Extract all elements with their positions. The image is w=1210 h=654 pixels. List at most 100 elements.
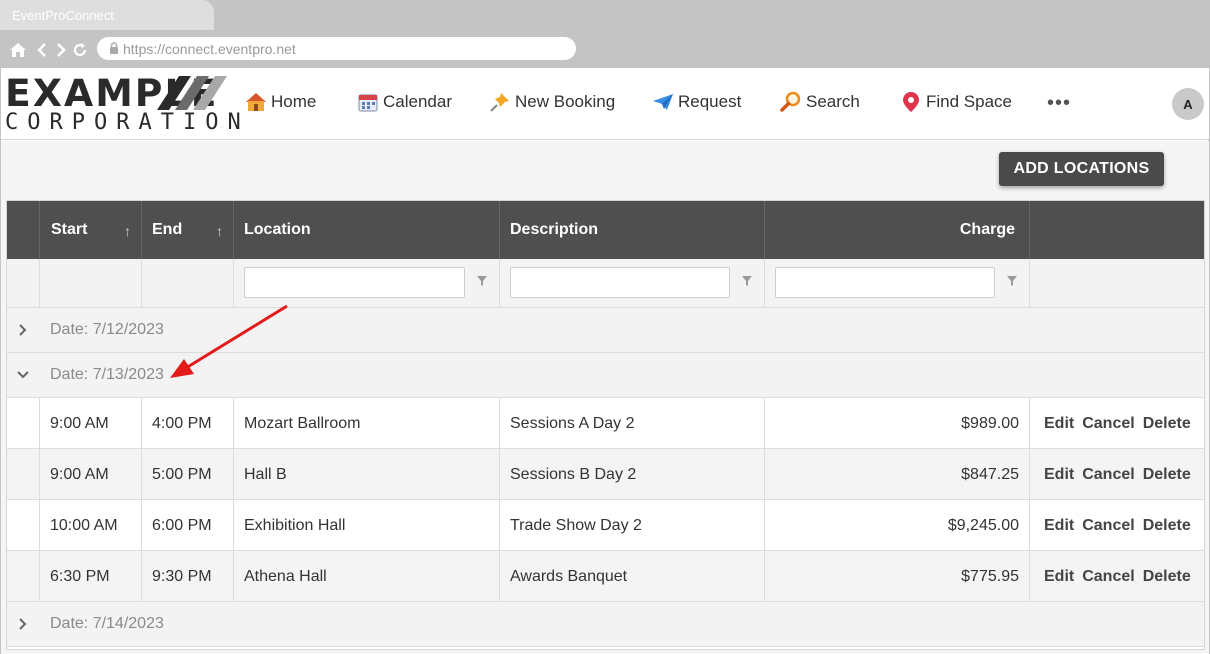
group-label: Date: 7/13/2023 bbox=[50, 366, 164, 383]
cancel-link[interactable]: Cancel bbox=[1082, 517, 1134, 535]
cancel-link[interactable]: Cancel bbox=[1082, 466, 1134, 484]
row-indent-cell bbox=[7, 500, 40, 551]
filter-cell-charge bbox=[765, 259, 1030, 308]
end-cell: 5:00 PM bbox=[142, 449, 234, 500]
house-icon bbox=[246, 93, 266, 111]
nav-new-booking[interactable]: New Booking bbox=[489, 90, 615, 114]
filter-icon[interactable] bbox=[741, 275, 753, 287]
calendar-icon bbox=[358, 94, 378, 112]
filter-cell-location bbox=[234, 259, 500, 308]
grid-header: Start ↑ End ↑ Location Description Charg… bbox=[7, 201, 1204, 259]
row-indent-cell bbox=[7, 551, 40, 602]
url-text: https://connect.eventpro.net bbox=[123, 41, 296, 57]
nav-search[interactable]: Search bbox=[780, 90, 860, 114]
back-icon[interactable] bbox=[33, 41, 51, 59]
charge-cell: $847.25 bbox=[765, 449, 1030, 500]
cancel-link[interactable]: Cancel bbox=[1082, 568, 1134, 586]
filter-cell-expand bbox=[7, 259, 40, 308]
edit-link[interactable]: Edit bbox=[1044, 517, 1074, 535]
table-row[interactable]: 9:00 AM 4:00 PM Mozart Ballroom Sessions… bbox=[7, 398, 1204, 449]
row-indent-cell bbox=[7, 398, 40, 449]
group-row[interactable]: Date: 7/12/2023 bbox=[7, 308, 1204, 353]
filter-icon[interactable] bbox=[1006, 275, 1018, 287]
header-expand-column bbox=[7, 201, 40, 259]
end-cell: 6:00 PM bbox=[142, 500, 234, 551]
table-row[interactable]: 6:30 PM 9:30 PM Athena Hall Awards Banqu… bbox=[7, 551, 1204, 602]
row-indent-cell bbox=[7, 449, 40, 500]
pushpin-icon bbox=[490, 93, 509, 112]
chevron-down-icon[interactable] bbox=[15, 367, 31, 383]
company-logo[interactable]: EXAMPLE CORPORATION bbox=[5, 74, 241, 136]
charge-filter-input[interactable] bbox=[775, 267, 995, 298]
sort-ascending-icon[interactable]: ↑ bbox=[124, 223, 131, 239]
home-icon[interactable] bbox=[9, 41, 27, 59]
location-cell: Athena Hall bbox=[234, 551, 500, 602]
browser-tab[interactable]: EventProConnect bbox=[0, 0, 214, 30]
column-header-charge-label: Charge bbox=[959, 221, 1015, 238]
delete-link[interactable]: Delete bbox=[1143, 568, 1191, 586]
delete-link[interactable]: Delete bbox=[1143, 517, 1191, 535]
group-label: Date: 7/12/2023 bbox=[50, 321, 164, 338]
description-cell: Trade Show Day 2 bbox=[500, 500, 765, 551]
magnifier-icon bbox=[780, 91, 801, 112]
delete-link[interactable]: Delete bbox=[1143, 466, 1191, 484]
nav-home[interactable]: Home bbox=[245, 90, 316, 114]
chevron-right-icon[interactable] bbox=[15, 322, 31, 338]
location-cell: Hall B bbox=[234, 449, 500, 500]
forward-icon[interactable] bbox=[52, 41, 70, 59]
start-cell: 9:00 AM bbox=[40, 398, 142, 449]
chevron-right-icon[interactable] bbox=[15, 616, 31, 632]
group-label: Date: 7/14/2023 bbox=[50, 615, 164, 632]
more-menu-icon[interactable]: ••• bbox=[1047, 92, 1071, 115]
actions-cell: Edit Cancel Delete bbox=[1030, 398, 1204, 449]
column-header-description-label: Description bbox=[510, 221, 599, 238]
filter-cell-actions bbox=[1030, 259, 1204, 308]
charge-cell: $775.95 bbox=[765, 551, 1030, 602]
table-row[interactable]: 10:00 AM 6:00 PM Exhibition Hall Trade S… bbox=[7, 500, 1204, 551]
description-filter-input[interactable] bbox=[510, 267, 730, 298]
column-header-description[interactable]: Description bbox=[500, 201, 765, 259]
column-header-location[interactable]: Location bbox=[234, 201, 500, 259]
user-avatar[interactable]: A bbox=[1172, 88, 1204, 120]
lock-icon bbox=[110, 42, 118, 54]
description-cell: Sessions B Day 2 bbox=[500, 449, 765, 500]
column-header-start[interactable]: Start ↑ bbox=[40, 201, 142, 259]
nav-home-label: Home bbox=[271, 92, 317, 111]
address-bar[interactable]: https://connect.eventpro.net bbox=[97, 37, 576, 60]
nav-request[interactable]: Request bbox=[652, 90, 741, 114]
nav-search-label: Search bbox=[806, 92, 860, 111]
map-pin-icon bbox=[903, 92, 919, 112]
delete-link[interactable]: Delete bbox=[1143, 415, 1191, 433]
edit-link[interactable]: Edit bbox=[1044, 466, 1074, 484]
locations-grid: Start ↑ End ↑ Location Description Charg… bbox=[6, 200, 1205, 650]
charge-cell: $989.00 bbox=[765, 398, 1030, 449]
location-filter-input[interactable] bbox=[244, 267, 465, 298]
filter-cell-end bbox=[142, 259, 234, 308]
cancel-link[interactable]: Cancel bbox=[1082, 415, 1134, 433]
column-header-end-label: End bbox=[152, 221, 183, 238]
column-header-charge[interactable]: Charge bbox=[765, 201, 1030, 259]
nav-calendar[interactable]: Calendar bbox=[357, 90, 452, 114]
edit-link[interactable]: Edit bbox=[1044, 415, 1074, 433]
column-header-end[interactable]: End ↑ bbox=[142, 201, 234, 259]
browser-chrome: EventProConnect https://connect.eventpro… bbox=[0, 0, 1210, 68]
location-cell: Exhibition Hall bbox=[234, 500, 500, 551]
description-cell: Awards Banquet bbox=[500, 551, 765, 602]
nav-find-space[interactable]: Find Space bbox=[900, 90, 1012, 114]
main-content: ADD LOCATIONS Start ↑ End ↑ Location Des… bbox=[1, 141, 1209, 654]
group-row[interactable]: Date: 7/13/2023 bbox=[7, 353, 1204, 398]
sort-ascending-icon[interactable]: ↑ bbox=[216, 223, 223, 239]
filter-icon[interactable] bbox=[476, 275, 488, 287]
start-cell: 10:00 AM bbox=[40, 500, 142, 551]
edit-link[interactable]: Edit bbox=[1044, 568, 1074, 586]
nav-calendar-label: Calendar bbox=[383, 92, 452, 111]
group-row[interactable]: Date: 7/14/2023 bbox=[7, 602, 1204, 647]
start-cell: 9:00 AM bbox=[40, 449, 142, 500]
logo-slashes-icon bbox=[157, 76, 227, 110]
nav-request-label: Request bbox=[678, 92, 742, 111]
add-locations-button[interactable]: ADD LOCATIONS bbox=[999, 152, 1164, 186]
table-row[interactable]: 9:00 AM 5:00 PM Hall B Sessions B Day 2 … bbox=[7, 449, 1204, 500]
actions-cell: Edit Cancel Delete bbox=[1030, 500, 1204, 551]
reload-icon[interactable] bbox=[71, 41, 89, 59]
app-header: EXAMPLE CORPORATION Home Calendar New Bo… bbox=[1, 68, 1209, 140]
